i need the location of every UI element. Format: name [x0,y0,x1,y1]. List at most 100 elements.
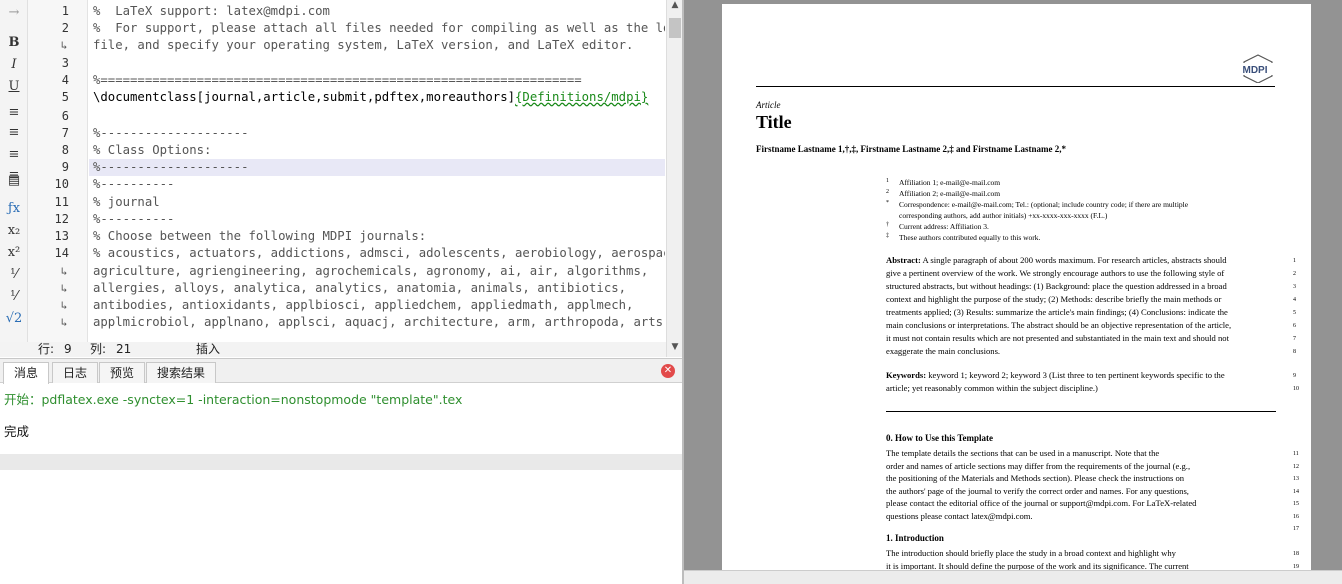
tab-log[interactable]: 日志 [52,362,99,383]
documentclass-options: [journal,article,submit,pdftex,moreautho… [196,90,516,104]
pdf-line-number: 8 [1293,349,1296,355]
affiliation-text: Affiliation 2; e-mail@e-mail.com [899,189,1001,198]
bold-icon[interactable]: B [0,34,28,52]
text-line: Abstract: A single paragraph of about 20… [886,255,1227,265]
code-line: % For support, please attach all files n… [93,21,665,35]
message-panel: 消息 日志 预览 搜索结果 ✕ 开始：pdflatex.exe -synctex… [0,358,682,584]
svg-text:MDPI: MDPI [1243,65,1268,76]
code-line: % Choose between the following MDPI jour… [93,229,427,243]
affiliation-mark: 1 [886,178,889,184]
wrap-icon: ↳ [60,265,68,278]
pdf-line-number: 17 [1293,526,1299,532]
scroll-down-icon[interactable]: ▼ [667,342,683,352]
pdf-line-number: 19 [1293,563,1299,570]
viewer-toolbar [684,570,1342,584]
text-line: it is important. It should define the pu… [886,560,1189,571]
line-number: 11 [54,195,69,209]
text-line: structured abstracts, but without headin… [886,281,1227,291]
pdf-line-number: 2 [1293,271,1296,277]
section-rule [886,411,1276,412]
build-done-message: 完成 [4,424,30,439]
header-rule [756,86,1275,87]
insert-icon[interactable]: ▤ [0,172,28,190]
build-command-message: 开始：pdflatex.exe -synctex=1 -interaction=… [4,392,463,407]
pdf-line-number: 3 [1293,284,1296,290]
subscript-icon[interactable]: x₂ [0,222,28,240]
section-0-heading: 0. How to Use this Template [886,433,994,443]
affiliation-mark: 2 [886,189,889,195]
pdf-line-number: 7 [1293,336,1296,342]
italic-icon[interactable]: I [0,56,28,74]
line-number: 14 [54,246,69,260]
tab-messages[interactable]: 消息 [3,362,50,384]
message-tabs: 消息 日志 预览 搜索结果 ✕ [0,359,682,384]
superscript-icon[interactable]: x² [0,244,28,262]
text-line: The introduction should briefly place th… [886,548,1176,558]
text-line: exaggerate the main conclusions. [886,346,1001,356]
line-number: 7 [61,126,69,140]
affiliation-mark: † [886,222,889,228]
format-toolbar: → B I U ≡ ≡ ≡ ≡ ▤ ƒx x₂ x² ⅟ ⅟ √2 [0,0,28,342]
sqrt-icon[interactable]: √2 [0,310,28,328]
fraction-icon[interactable]: ⅟ [0,266,28,284]
pdf-viewer[interactable]: MDPI Article Title Firstname Lastname 1,… [684,0,1342,584]
documentclass-line: \documentclass[journal,article,submit,pd… [93,89,648,106]
tab-preview[interactable]: 预览 [99,362,146,383]
text-line: please contact the editorial office of t… [886,498,1197,508]
pdf-line-number: 4 [1293,297,1296,303]
code-line: file, and specify your operating system,… [93,38,634,52]
code-line: applmicrobiol, applnano, applsci, aquacj… [93,315,665,329]
text-line: article; yet reasonably common within th… [886,383,1098,393]
scroll-up-icon[interactable]: ▲ [667,0,683,10]
mdpi-logo: MDPI [1234,54,1276,83]
documentclass-argument: {Definitions/mdpi} [515,90,649,104]
text-line: treatments applied; (3) Results: summari… [886,307,1228,317]
code-line: %---------- [93,212,175,226]
pdf-line-number: 18 [1293,551,1299,557]
pdf-line-number: 6 [1293,323,1296,329]
pdf-line-number: 5 [1293,310,1296,316]
line-number-gutter: 1 2 ↳ 3 4 5 6 7 8 9 10 11 12 13 14 ↳ ↳ ↳ ↳ [28,0,88,342]
affiliation-text: corresponding authors, add author initia… [899,211,1108,220]
code-editor[interactable]: % LaTeX support: latex@mdpi.com % For sup… [89,0,665,342]
pdf-line-number: 10 [1293,386,1299,392]
wrap-icon: ↳ [60,316,68,329]
text-line: context and highlight the purpose of the… [886,294,1222,304]
line-number: 1 [61,4,69,18]
message-separator [0,454,682,470]
text-line: questions please contact latex@mdpi.com. [886,510,1033,521]
pdf-page: MDPI Article Title Firstname Lastname 1,… [722,4,1311,570]
code-line: % Class Options: [93,143,212,157]
code-line: agriculture, agriengineering, agrochemic… [93,264,649,278]
abstract-label: Abstract: [886,255,921,265]
tab-search-results[interactable]: 搜索结果 [146,362,217,383]
code-line: %---------- [93,177,175,191]
row-value: 9 [64,342,72,356]
code-line: allergies, alloys, analytica, analytics,… [93,281,627,295]
section-1-heading: 1. Introduction [886,533,944,543]
text-line: the positioning of the Materials and Met… [886,473,1185,483]
pdf-line-number: 16 [1293,513,1299,520]
underline-icon[interactable]: U [0,78,28,96]
line-number: 5 [61,90,69,104]
fraction-alt-icon[interactable]: ⅟ [0,288,28,306]
wrap-icon: ↳ [60,299,68,312]
pdf-line-number: 15 [1293,501,1299,507]
line-number: 8 [61,143,69,157]
row-label: 行: [38,342,55,356]
align-right-icon[interactable]: ≡ [0,146,28,164]
function-icon[interactable]: ƒx [0,200,28,218]
arrow-right-icon[interactable]: → [0,4,28,22]
wrap-icon: ↳ [60,39,68,52]
scroll-thumb[interactable] [669,18,681,38]
editor-statusbar: 行: 9 列: 21 插入 [0,342,666,357]
editor-scrollbar[interactable]: ▲ ▼ [666,0,682,357]
align-center-icon[interactable]: ≡ [0,124,28,142]
pdf-line-number: 11 [1293,451,1299,457]
align-left-icon[interactable]: ≡ [0,104,28,122]
affiliation-text: Affiliation 1; e-mail@e-mail.com [899,178,1001,187]
documentclass-command: \documentclass [93,90,197,104]
line-number: 9 [61,160,69,174]
close-icon[interactable]: ✕ [661,364,675,378]
text-line: it must not contain results which are no… [886,333,1229,343]
